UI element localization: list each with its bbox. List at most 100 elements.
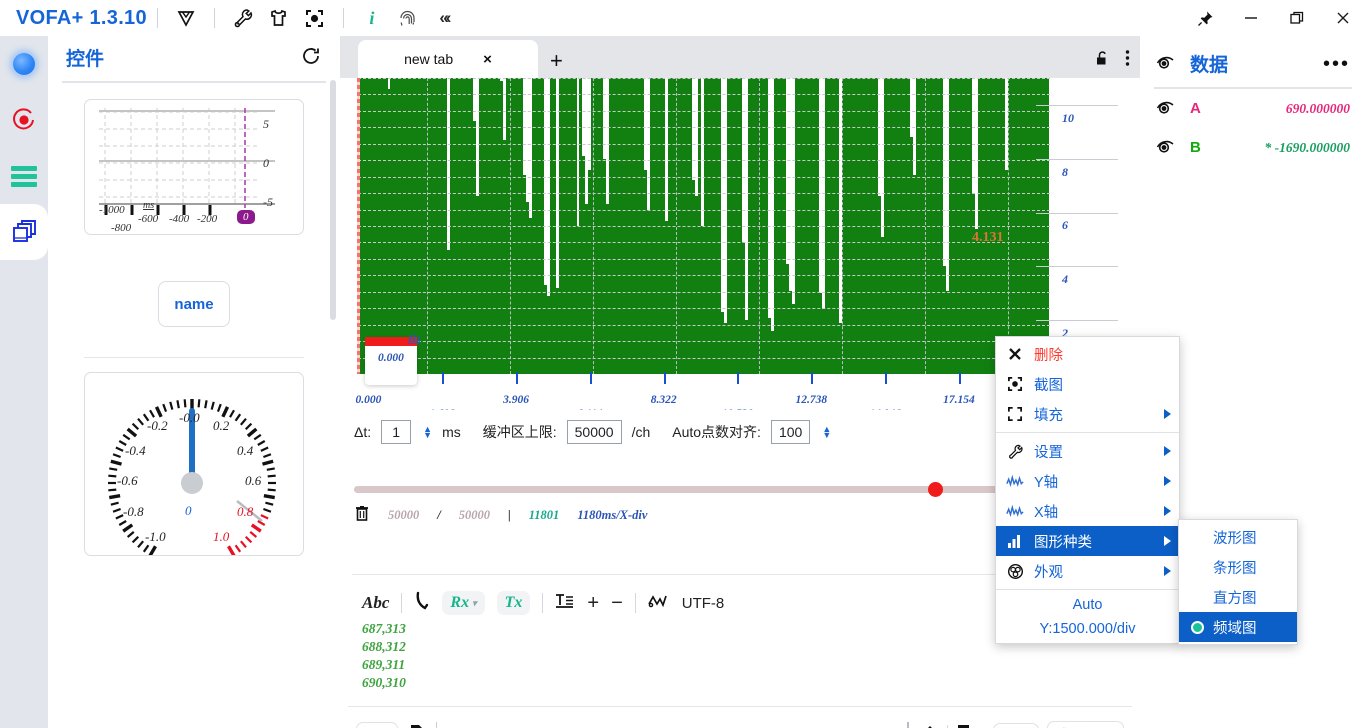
menu-item-图形种类[interactable]: 图形种类 bbox=[996, 526, 1179, 556]
chart-context-menu[interactable]: 删除 截图 填充设置 Y轴 X轴 图形种类外观 Auto Y:1500.000/div bbox=[995, 336, 1180, 644]
shirt-icon[interactable] bbox=[264, 3, 294, 33]
buffer-index: 11801 bbox=[528, 507, 560, 522]
call-icon[interactable] bbox=[414, 591, 430, 615]
y-tick-line bbox=[1036, 104, 1118, 106]
eye-icon[interactable] bbox=[1156, 99, 1178, 118]
refresh-icon[interactable] bbox=[300, 45, 322, 70]
dt-stepper[interactable]: ▲ ▼ bbox=[423, 425, 432, 440]
menu-item-删除[interactable]: 删除 bbox=[996, 339, 1179, 369]
pin-icon[interactable] bbox=[1182, 0, 1228, 36]
widget-timeplot[interactable]: 5 0 -5 -1000 -800 ms -600 -400 -200 0 bbox=[84, 99, 304, 235]
abc-icon[interactable]: Abc bbox=[362, 593, 389, 613]
timeplot-cursor-badge[interactable]: 0 bbox=[237, 210, 255, 224]
chevron-right-icon bbox=[1164, 506, 1171, 516]
data-row[interactable]: A 690.000000 bbox=[1140, 89, 1366, 128]
more-vertical-icon[interactable] bbox=[1125, 49, 1130, 70]
widget-gauge[interactable]: -0.0 0.2 0.4 0.6 -0.2 -0.4 -0.6 -0.8 -1.0 0.8… bbox=[84, 372, 304, 556]
gridline-h bbox=[358, 324, 1050, 326]
svg-text:-0.6: -0.6 bbox=[117, 473, 138, 488]
slider-handle[interactable] bbox=[928, 482, 943, 497]
gridline-h bbox=[358, 209, 1050, 211]
chart-x-axis: 0.0001.6983.9066.1148.32210.53012.73814.… bbox=[355, 372, 1050, 410]
screenshot-icon bbox=[1006, 376, 1024, 392]
menu-item-X轴[interactable]: X轴 bbox=[996, 496, 1179, 526]
chart-tooltip-value: 0.000 bbox=[378, 352, 404, 364]
menu-footer-item[interactable]: Auto bbox=[996, 593, 1179, 617]
menu-icon bbox=[11, 163, 37, 190]
data-row[interactable]: B * -1690.000000 bbox=[1140, 128, 1366, 167]
sidebar-item-record[interactable] bbox=[0, 92, 48, 148]
chart-type-submenu[interactable]: 波形图条形图 直方图 频域图 bbox=[1178, 519, 1298, 645]
name-button[interactable]: name bbox=[158, 281, 230, 327]
log-icon[interactable] bbox=[956, 724, 972, 728]
close-icon[interactable] bbox=[1320, 0, 1366, 36]
rx-button[interactable]: Rx ▾ bbox=[442, 591, 485, 615]
waveform-icon[interactable] bbox=[648, 593, 670, 613]
trash-icon[interactable] bbox=[354, 504, 370, 526]
sidebar-item-status[interactable] bbox=[0, 36, 48, 92]
window-controls bbox=[1182, 0, 1366, 36]
send-input[interactable] bbox=[435, 722, 897, 728]
file-send-icon[interactable] bbox=[408, 724, 426, 728]
widgets-panel-scrollbar[interactable] bbox=[330, 80, 336, 320]
logo-v-icon[interactable] bbox=[171, 3, 201, 33]
eye-icon[interactable] bbox=[1156, 138, 1178, 157]
fingerprint-icon[interactable] bbox=[393, 3, 423, 33]
menu-item-label: 设置 bbox=[1034, 444, 1063, 461]
submenu-item-直方图[interactable]: 直方图 bbox=[1179, 582, 1297, 612]
divider bbox=[348, 706, 1132, 707]
info-icon[interactable]: i bbox=[357, 3, 387, 33]
menu-separator bbox=[996, 432, 1179, 433]
auto-align-stepper[interactable]: ▲ ▼ bbox=[822, 425, 831, 440]
send-button[interactable]: 发送(S) ▾ bbox=[1047, 721, 1124, 728]
submenu-item-波形图[interactable]: 波形图 bbox=[1179, 522, 1297, 552]
svg-text:-5: -5 bbox=[263, 195, 273, 209]
submenu-item-条形图[interactable]: 条形图 bbox=[1179, 552, 1297, 582]
eraser-icon[interactable] bbox=[919, 724, 939, 728]
tab-close-icon[interactable]: × bbox=[483, 51, 492, 68]
tx-button[interactable]: Tx bbox=[496, 591, 531, 615]
menu-item-填充[interactable]: 填充 bbox=[996, 399, 1179, 429]
tab-add-button[interactable]: + bbox=[550, 50, 563, 78]
newline-select[interactable]: \n ▼ bbox=[992, 723, 1040, 728]
wrench-icon[interactable] bbox=[228, 3, 258, 33]
zoom-in-button[interactable]: + bbox=[587, 592, 599, 615]
sidebar-item-menu[interactable] bbox=[0, 148, 48, 204]
collapse-left-icon[interactable]: «‹ bbox=[429, 3, 459, 33]
sidebar-item-widgets[interactable] bbox=[0, 204, 48, 260]
minimize-icon[interactable] bbox=[1228, 0, 1274, 36]
data-row-value: * -1690.000000 bbox=[1264, 139, 1351, 155]
menu-item-设置[interactable]: 设置 bbox=[996, 436, 1179, 466]
encoding-label[interactable]: UTF-8 bbox=[682, 595, 725, 612]
tab-new-tab[interactable]: new tab × bbox=[358, 40, 538, 78]
gridline-h bbox=[358, 176, 1050, 178]
maximize-icon[interactable] bbox=[1274, 0, 1320, 36]
buffer-input[interactable]: 50000 bbox=[566, 420, 622, 444]
data-panel-header: 数据 ••• bbox=[1140, 36, 1366, 87]
widgets-header: 控件 bbox=[48, 36, 340, 77]
zoom-out-button[interactable]: − bbox=[611, 592, 623, 615]
unlock-icon[interactable] bbox=[1094, 50, 1111, 70]
send-abc-button[interactable]: Abc bbox=[356, 722, 398, 728]
close-x-icon bbox=[1006, 346, 1024, 362]
buffer-scale: 1180ms/X-div bbox=[577, 507, 648, 522]
dt-label: Δt: bbox=[354, 424, 372, 440]
dt-input[interactable]: 1 bbox=[381, 420, 412, 444]
menu-item-Y轴[interactable]: Y轴 bbox=[996, 466, 1179, 496]
menu-item-截图[interactable]: 截图 bbox=[996, 369, 1179, 399]
auto-align-input[interactable]: 100 bbox=[770, 420, 811, 444]
record-icon bbox=[13, 108, 34, 130]
submenu-item-label: 波形图 bbox=[1213, 530, 1257, 547]
data-panel-more-icon[interactable]: ••• bbox=[1323, 54, 1350, 74]
x-tick bbox=[442, 372, 445, 384]
menu-item-label: 外观 bbox=[1034, 564, 1063, 581]
eye-icon[interactable] bbox=[1156, 54, 1178, 73]
appearance-icon bbox=[1006, 563, 1024, 580]
menu-item-外观[interactable]: 外观 bbox=[996, 556, 1179, 586]
y-axis-label: 10 bbox=[1062, 110, 1074, 125]
submenu-item-频域图[interactable]: 频域图 bbox=[1179, 612, 1297, 642]
target-icon[interactable] bbox=[300, 3, 330, 33]
title-bar: VOFA+ 1.3.10 i «‹ bbox=[0, 0, 1366, 36]
text-format-icon[interactable] bbox=[555, 592, 575, 614]
menu-footer-item[interactable]: Y:1500.000/div bbox=[996, 617, 1179, 641]
